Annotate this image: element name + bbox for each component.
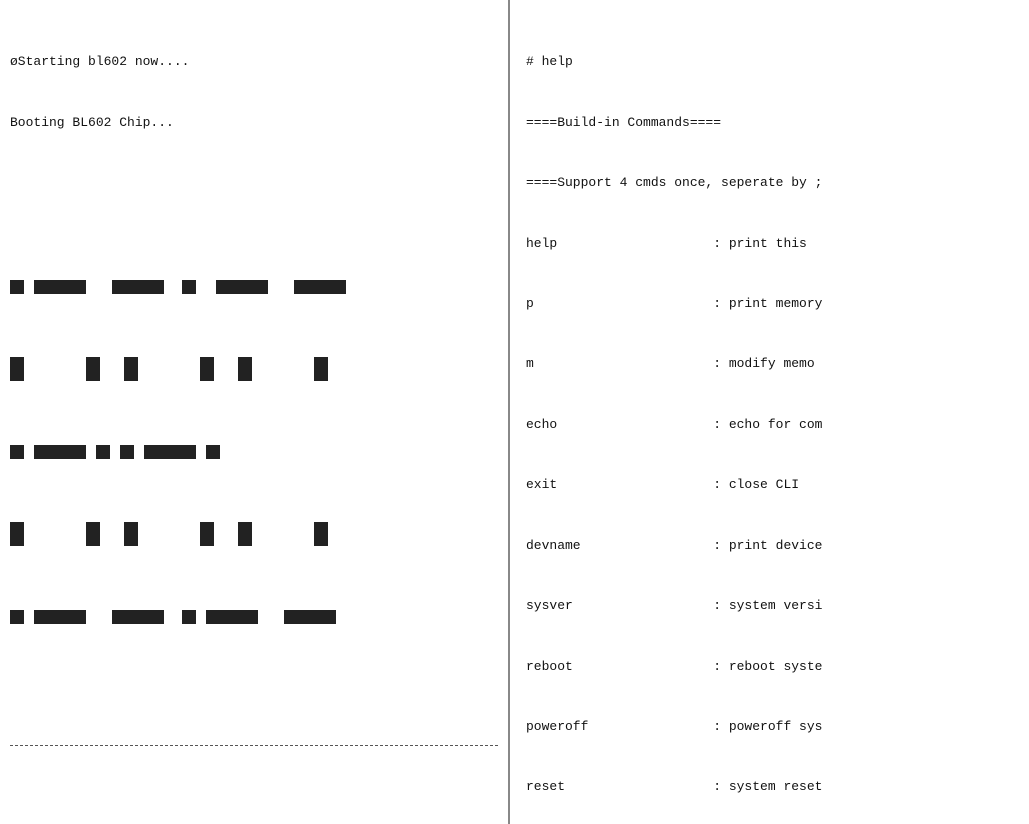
right-line-12: reset : system reset	[526, 777, 1019, 797]
right-line-3: help : print this	[526, 234, 1019, 254]
right-line-6: echo : echo for com	[526, 415, 1019, 435]
left-panel: øStarting bl602 now.... Booting BL602 Ch…	[0, 0, 510, 824]
right-line-9: sysver : system versi	[526, 596, 1019, 616]
right-line-5: m : modify memo	[526, 354, 1019, 374]
right-line-8: devname : print device	[526, 536, 1019, 556]
right-line-11: poweroff : poweroff sys	[526, 717, 1019, 737]
right-panel: # help ====Build-in Commands==== ====Sup…	[510, 0, 1029, 824]
right-line-1: ====Build-in Commands====	[526, 113, 1019, 133]
divider-1	[10, 745, 498, 746]
right-line-0: # help	[526, 52, 1019, 72]
boot-line-2: Booting BL602 Chip...	[10, 113, 498, 133]
right-line-2: ====Support 4 cmds once, seperate by ;	[526, 173, 1019, 193]
right-line-4: p : print memory	[526, 294, 1019, 314]
right-line-10: reboot : reboot syste	[526, 657, 1019, 677]
right-line-7: exit : close CLI	[526, 475, 1019, 495]
bl602-logo	[10, 219, 498, 666]
boot-line-1: øStarting bl602 now....	[10, 52, 498, 72]
info-block: RISC-V Core Feature:RV32-ACFIMX Build Ve…	[10, 795, 498, 824]
